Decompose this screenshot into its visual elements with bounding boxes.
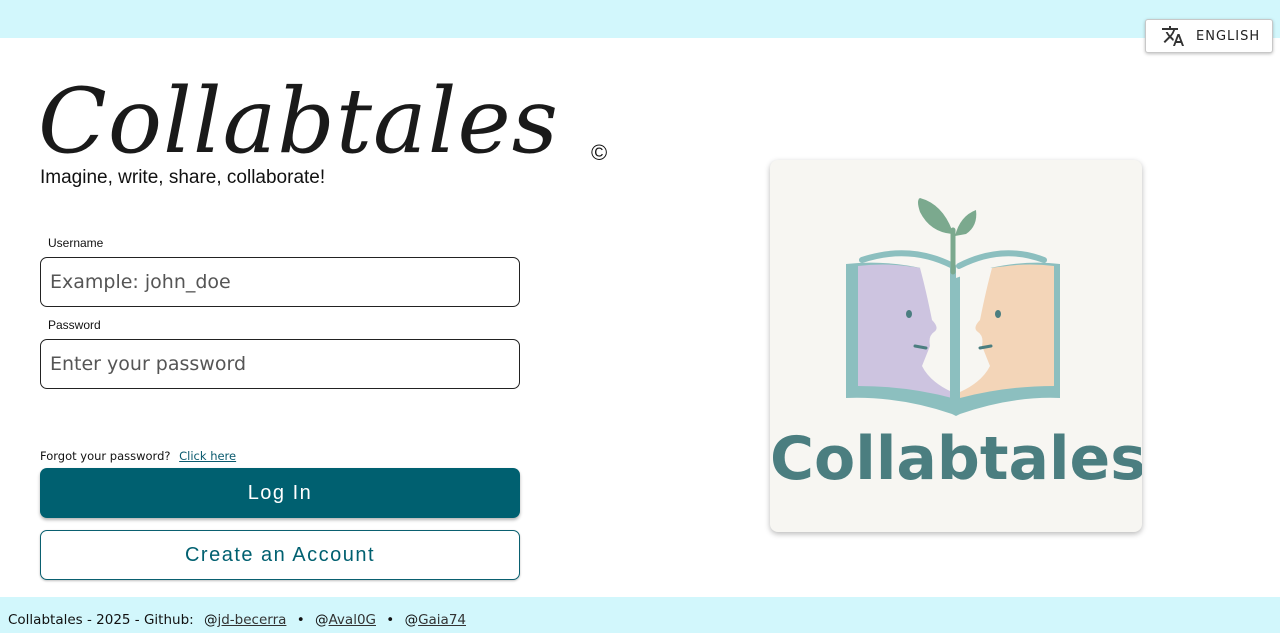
- footer-content: Collabtales - 2025 - Github: @jd-becerra…: [8, 612, 466, 628]
- footer-link-prefix: @: [404, 612, 419, 628]
- footer-label: Collabtales - 2025 - Github:: [8, 612, 194, 628]
- username-input[interactable]: [40, 257, 520, 307]
- language-label: ENGLISH: [1196, 28, 1261, 44]
- top-bar: [0, 0, 1280, 38]
- create-account-button[interactable]: Create an Account: [40, 530, 520, 580]
- github-link-jd-becerra[interactable]: jd-becerra: [217, 612, 286, 628]
- copyright-mark: ©: [591, 140, 608, 165]
- github-link-aval0g[interactable]: Aval0G: [328, 612, 376, 628]
- translate-icon: [1161, 24, 1185, 48]
- footer-link-prefix: @: [314, 612, 329, 628]
- tagline: Imagine, write, share, collaborate!: [40, 167, 326, 188]
- brand-title: Collabtales: [38, 69, 559, 174]
- language-button[interactable]: ENGLISH: [1145, 19, 1273, 53]
- footer: Collabtales - 2025 - Github: @jd-becerra…: [0, 597, 1280, 633]
- logo-card: Collabtales: [770, 160, 1142, 532]
- password-input[interactable]: [40, 339, 520, 389]
- forgot-password-text: Forgot your password?: [40, 449, 171, 463]
- forgot-password-link[interactable]: Click here: [179, 449, 236, 463]
- footer-link-prefix: @: [203, 612, 218, 628]
- password-label: Password: [48, 318, 101, 332]
- logo-wordmark: Collabtales: [770, 424, 1142, 494]
- forgot-password-row: Forgot your password? Click here: [40, 449, 236, 463]
- github-link-gaia74[interactable]: Gaia74: [418, 612, 466, 628]
- login-button[interactable]: Log In: [40, 468, 520, 518]
- footer-separator: •: [386, 612, 395, 628]
- footer-separator: •: [296, 612, 305, 628]
- username-label: Username: [48, 236, 104, 250]
